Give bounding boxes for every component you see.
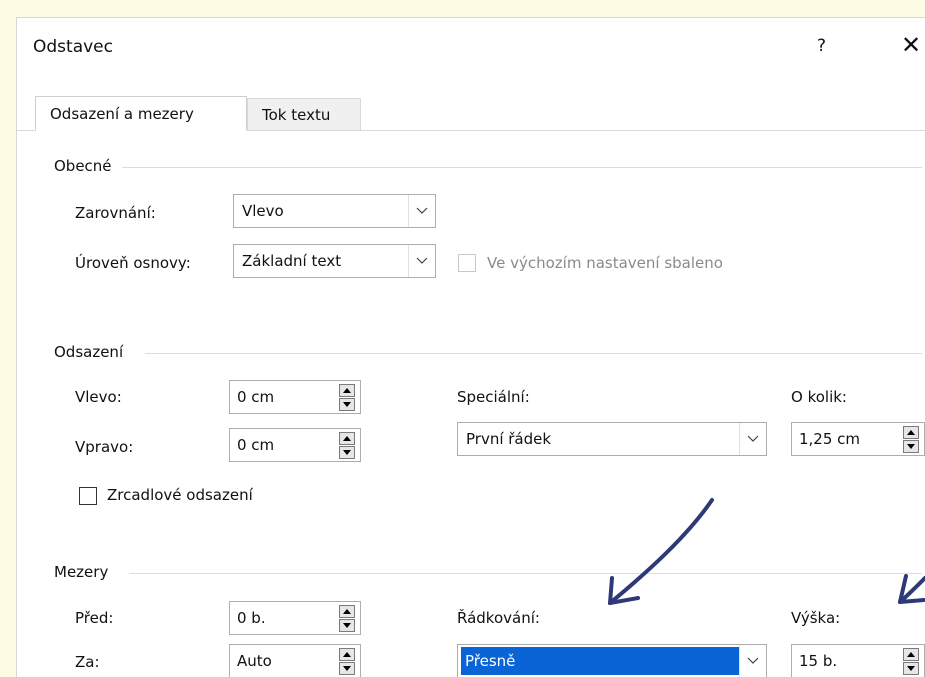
tab-indents-spacing[interactable]: Odsazení a mezery [35,96,247,131]
arrow-to-line-spacing-icon [608,498,714,605]
tab-label: Odsazení a mezery [50,104,194,123]
arrow-to-height-icon [898,574,925,604]
